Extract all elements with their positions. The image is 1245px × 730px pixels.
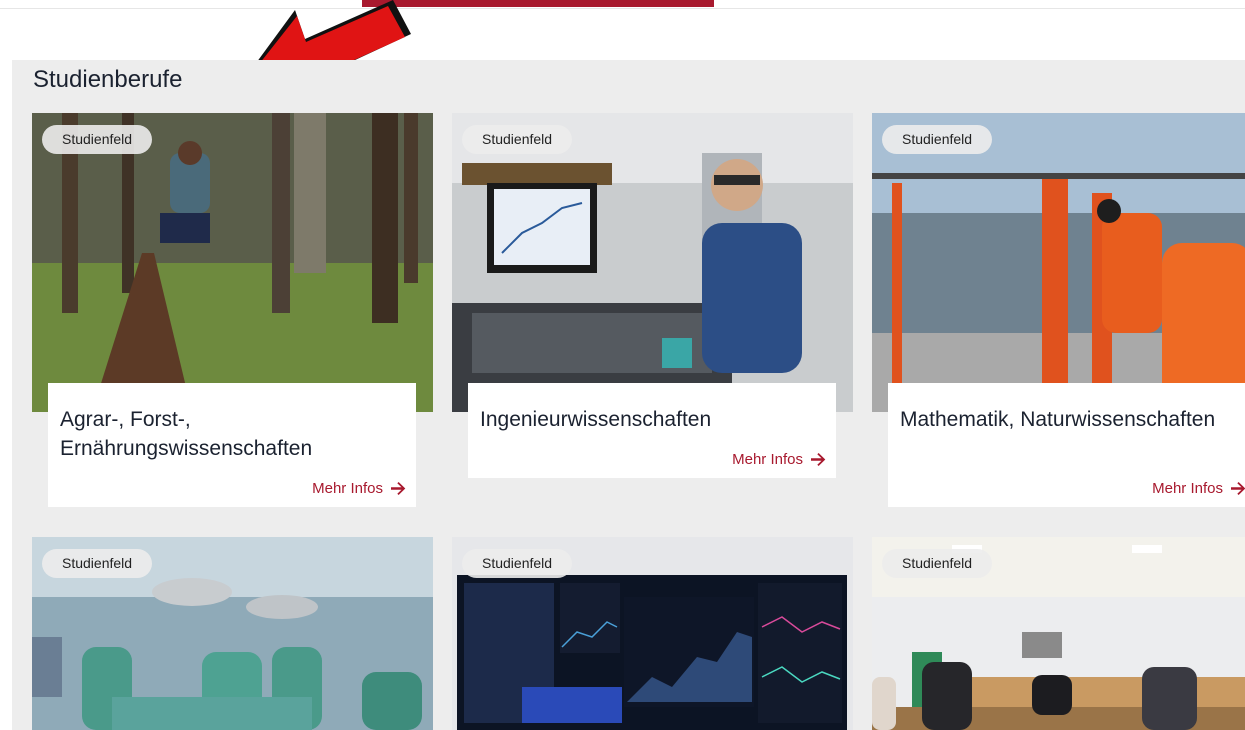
card-mathematik[interactable]: Studienfeld Mathematik, Naturwissenschaf… <box>872 113 1245 507</box>
arrow-right-icon <box>391 482 406 495</box>
mehr-infos-link[interactable]: Mehr Infos <box>1152 480 1245 497</box>
studienberufe-section: Studienberufe Studienfeld Agrar-, Forst-… <box>12 60 1245 730</box>
card-medizin[interactable]: Studienfeld <box>32 537 433 730</box>
laser-lab-photo: Studienfeld <box>452 113 853 412</box>
card-ingenieur[interactable]: Studienfeld Ingenieurwissenschaften Mehr… <box>452 113 853 478</box>
section-title: Studienberufe <box>33 66 183 93</box>
card-recht[interactable]: Studienfeld <box>872 537 1245 730</box>
card-title[interactable]: Ingenieurwissenschaften <box>468 383 836 434</box>
top-navigation-bar <box>0 0 1245 9</box>
mehr-infos-link[interactable]: Mehr Infos <box>312 480 406 497</box>
studienfeld-badge: Studienfeld <box>462 549 573 578</box>
stock-market-screen-photo: Studienfeld <box>452 537 853 730</box>
card-title[interactable]: Mathematik, Naturwissenschaften <box>888 383 1245 434</box>
mehr-infos-label: Mehr Infos <box>1152 480 1223 497</box>
mehr-infos-label: Mehr Infos <box>732 451 803 468</box>
card-title[interactable]: Agrar-, Forst-, Ernährungswissenschaften <box>48 383 416 463</box>
mehr-infos-label: Mehr Infos <box>312 480 383 497</box>
studienfeld-badge: Studienfeld <box>42 125 153 154</box>
operating-room-photo: Studienfeld <box>32 537 433 730</box>
studienfeld-badge: Studienfeld <box>882 125 993 154</box>
studienfeld-badge: Studienfeld <box>882 549 993 578</box>
research-boat-photo: Studienfeld <box>872 113 1245 412</box>
forest-measurement-photo: Studienfeld <box>32 113 433 412</box>
card-info-box: Mathematik, Naturwissenschaften Mehr Inf… <box>888 383 1245 507</box>
mehr-infos-link[interactable]: Mehr Infos <box>732 451 826 468</box>
card-info-box: Agrar-, Forst-, Ernährungswissenschaften… <box>48 383 416 507</box>
card-info-box: Ingenieurwissenschaften Mehr Infos <box>468 383 836 478</box>
card-wirtschaft[interactable]: Studienfeld <box>452 537 853 730</box>
arrow-right-icon <box>811 453 826 466</box>
studienfeld-badge: Studienfeld <box>42 549 153 578</box>
card-agrar[interactable]: Studienfeld Agrar-, Forst-, Ernährungswi… <box>32 113 433 507</box>
courtroom-photo: Studienfeld <box>872 537 1245 730</box>
arrow-right-icon <box>1231 482 1245 495</box>
studienfeld-badge: Studienfeld <box>462 125 573 154</box>
